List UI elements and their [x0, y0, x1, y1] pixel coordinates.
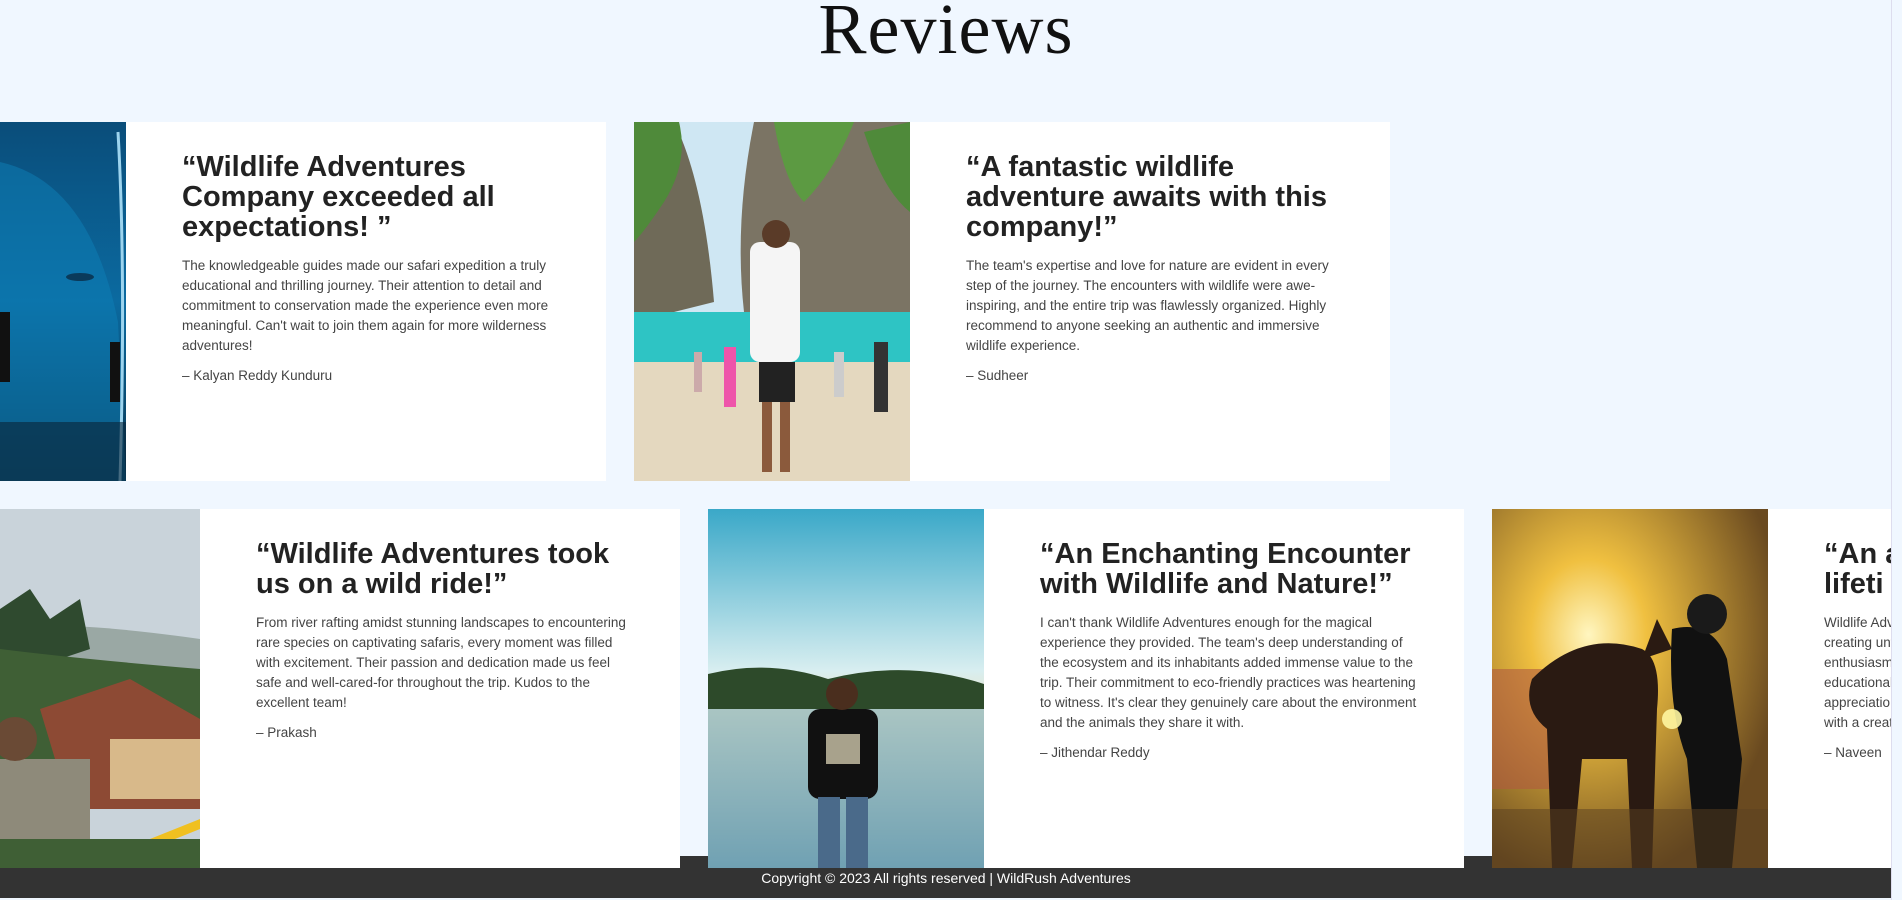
review-body: The team's expertise and love for nature… — [966, 258, 1329, 353]
review-photo — [1492, 509, 1768, 868]
review-author: – Jithendar Reddy — [1040, 745, 1150, 760]
section-title: Reviews — [818, 0, 1074, 69]
review-body: The knowledgeable guides made our safari… — [182, 258, 549, 353]
page-scrollbar[interactable] — [1891, 0, 1902, 900]
review-author: – Kalyan Reddy Kunduru — [182, 368, 333, 383]
review-quote: “Wildlife Adventures Company exceeded al… — [182, 151, 495, 243]
review-card: “An Enchanting Encounter with Wildlife a… — [708, 509, 1464, 868]
review-card: “Wildlife Adventures took us on a wild r… — [0, 509, 680, 868]
review-quote: “An Enchanting Encounter with Wildlife a… — [1040, 538, 1411, 600]
review-quote: “Wildlife Adventures took us on a wild r… — [256, 538, 610, 600]
review-text-block: “A fantastic wildlife adventure awaits w… — [966, 152, 1346, 383]
review-photo — [708, 509, 984, 868]
review-text-block: “Wildlife Adventures Company exceeded al… — [182, 152, 562, 383]
review-text-block: “An Enchanting Encounter with Wildlife a… — [1040, 539, 1420, 760]
footer: Copyright © 2023 All rights reserved | W… — [0, 868, 1902, 898]
review-author: – Sudheer — [966, 368, 1029, 383]
review-body: From river rafting amidst stunning lands… — [256, 615, 626, 710]
review-card: “A fantastic wildlife adventure awaits w… — [634, 122, 1390, 481]
footer-copyright: Copyright © 2023 All rights reserved | W… — [761, 870, 1131, 886]
review-quote: “A fantastic wildlife adventure awaits w… — [966, 151, 1327, 243]
review-photo — [0, 509, 200, 868]
review-body: I can't thank Wildlife Adventures enough… — [1040, 615, 1417, 730]
review-photo — [0, 122, 126, 481]
review-text-block: “Wildlife Adventures took us on a wild r… — [256, 539, 636, 740]
review-photo — [634, 122, 910, 481]
review-card: “Wildlife Adventures Company exceeded al… — [0, 122, 606, 481]
reviews-page: Reviews “Wildlife Adventures Company exc… — [0, 0, 1902, 900]
review-card: “An a lifeti Wildlife Adv creating unf e… — [1492, 509, 1902, 868]
review-author: – Prakash — [256, 725, 317, 740]
